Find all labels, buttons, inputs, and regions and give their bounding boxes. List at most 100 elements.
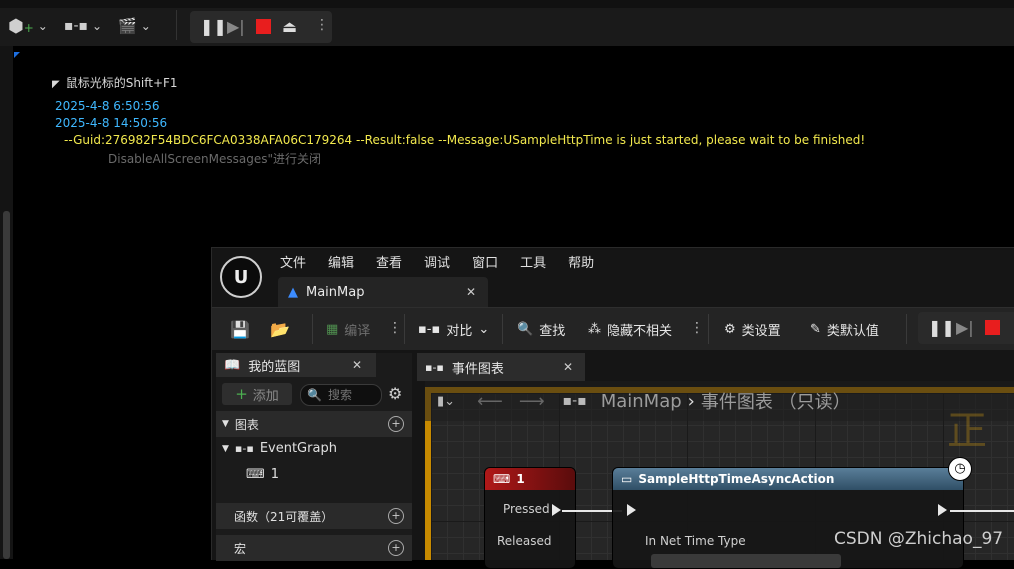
add-graph-icon[interactable]: + xyxy=(388,416,404,432)
add-function-icon[interactable]: + xyxy=(388,508,404,524)
cinematics-button[interactable]: 🎬 ⌄ xyxy=(118,12,151,40)
class-defaults-icon: ✎ xyxy=(810,321,821,337)
graph-breadcrumb-bar: ▮⌄ ⟵ ⟶ ▪‑▪ MainMap › 事件图表 （只读） xyxy=(425,381,1014,421)
compile-label: 编译 xyxy=(344,323,371,339)
graph-icon: ▪‑▪ xyxy=(562,393,587,409)
add-actor-button[interactable]: ⬢+ ⌄ xyxy=(8,12,48,40)
chevron-down-icon: ▼ xyxy=(222,419,229,429)
event-graph-tab-label: 事件图表 xyxy=(451,361,504,377)
left-scrollbar[interactable] xyxy=(0,46,13,559)
exec-wire-out xyxy=(950,510,1014,512)
menu-window[interactable]: 窗口 xyxy=(472,252,498,271)
back-arrow-icon[interactable]: ⟵ xyxy=(477,391,503,412)
class-defaults-button[interactable]: ✎ 类默认值 xyxy=(810,308,879,350)
chevron-down-icon: ⌄ xyxy=(478,321,490,337)
level-blueprint-icon: ▲ xyxy=(288,284,298,300)
find-button[interactable]: 🔍 查找 xyxy=(517,308,565,350)
more-options-icon[interactable]: ⋮ xyxy=(690,320,704,336)
close-icon[interactable]: ✕ xyxy=(466,285,476,299)
breadcrumb-root[interactable]: MainMap xyxy=(601,391,682,412)
menu-file[interactable]: 文件 xyxy=(280,252,306,271)
clock-icon: ◷ xyxy=(948,457,972,481)
exec-pin-pressed[interactable] xyxy=(552,504,561,516)
stop-icon[interactable] xyxy=(985,320,1000,335)
net-time-type-dropdown[interactable] xyxy=(651,554,841,568)
menu-view[interactable]: 查看 xyxy=(376,252,402,271)
hide-unrelated-button[interactable]: ⁂ 隐藏不相关 xyxy=(588,308,672,350)
class-settings-label: 类设置 xyxy=(741,323,781,339)
class-settings-button[interactable]: ⚙ 类设置 xyxy=(724,308,781,350)
keyboard-icon: ⌨ xyxy=(493,472,511,486)
menu-debug[interactable]: 调试 xyxy=(424,252,450,271)
close-icon[interactable]: ✕ xyxy=(352,358,362,372)
close-icon[interactable]: ✕ xyxy=(563,360,573,374)
chevron-down-icon: ⌄ xyxy=(92,19,103,33)
book-icon: 📖 xyxy=(224,357,241,373)
event-graph-label: EventGraph xyxy=(259,441,337,456)
eject-icon[interactable]: ⏏ xyxy=(282,17,297,36)
save-button[interactable]: 💾 xyxy=(230,308,250,350)
my-blueprint-panel: 📖 我的蓝图 ✕ + 添加 🔍 ⚙ ▼ 图表 + ▼ ▪‑▪ EventGrap… xyxy=(216,353,412,561)
menu-help[interactable]: 帮助 xyxy=(568,252,594,271)
diff-button[interactable]: ▪‑▪ 对比 ⌄ xyxy=(418,308,489,350)
event-graph-item[interactable]: ▼ ▪‑▪ EventGraph xyxy=(222,441,337,456)
search-input[interactable] xyxy=(325,387,380,403)
add-macro-icon[interactable]: + xyxy=(388,540,404,556)
blueprint-editor-window: U 文件 编辑 查看 调试 窗口 工具 帮助 ▲ MainMap ✕ 💾 📂 ▦… xyxy=(211,247,1014,569)
pause-icon[interactable]: ❚❚ xyxy=(200,17,227,36)
graph-mode-watermark: 正 xyxy=(947,408,987,454)
add-button[interactable]: + 添加 xyxy=(222,383,292,405)
viewport-corner-marker xyxy=(14,52,20,58)
exec-pin-released[interactable] xyxy=(552,536,561,548)
key-event-node[interactable]: ⌨ 1 Pressed Released xyxy=(484,467,576,569)
macros-category[interactable]: 宏 + xyxy=(216,535,412,561)
key-event-item[interactable]: ⌨ 1 xyxy=(246,467,279,482)
unreal-logo-icon: U xyxy=(220,256,262,298)
blueprint-menu-button[interactable]: ▪‑▪ ⌄ xyxy=(64,12,102,40)
chevron-down-icon: ⌄ xyxy=(140,19,151,33)
compile-options-icon[interactable]: ⋮ xyxy=(388,320,402,336)
toolbar-divider xyxy=(502,314,503,344)
hint-text: 鼠标光标的Shift+F1 xyxy=(65,76,178,90)
more-icon[interactable]: ⋮ xyxy=(315,17,329,33)
hint-line: ◤ 鼠标光标的Shift+F1 xyxy=(52,74,178,91)
editor-play-controls: ❚❚ ▶︎| xyxy=(918,312,1014,344)
browse-folder-icon: 📂 xyxy=(270,319,290,339)
step-icon[interactable]: ▶︎| xyxy=(227,17,245,36)
async-action-node[interactable]: ▭ SampleHttpTimeAsyncAction In Net Time … xyxy=(612,467,964,569)
doc-tab-label: MainMap xyxy=(306,284,365,300)
log-message: --Guid:276982F54BDC6FCA0338AFA06C179264 … xyxy=(64,133,866,147)
compile-button[interactable]: ▦ 编译 xyxy=(326,308,370,350)
forward-arrow-icon[interactable]: ⟶ xyxy=(519,391,545,412)
gear-icon: ⚙ xyxy=(724,321,736,337)
main-toolbar: ⬢+ ⌄ ▪‑▪ ⌄ 🎬 ⌄ ❚❚ ▶︎| ⏏ ⋮ xyxy=(0,0,1014,46)
functions-category[interactable]: 函数（21可覆盖） + xyxy=(216,503,412,529)
menu-edit[interactable]: 编辑 xyxy=(328,252,354,271)
cube-add-icon: ⬢+ xyxy=(8,15,34,37)
browse-button[interactable]: 📂 xyxy=(270,308,290,350)
stop-icon[interactable] xyxy=(256,19,271,34)
scrollbar-thumb[interactable] xyxy=(3,211,10,559)
csdn-watermark: CSDN @Zhichao_97 xyxy=(834,529,1004,549)
graph-icon: ▪‑▪ xyxy=(425,360,444,374)
breadcrumb-separator-icon: › xyxy=(687,390,695,412)
menu-tools[interactable]: 工具 xyxy=(520,252,546,271)
my-blueprint-tab[interactable]: 📖 我的蓝图 ✕ xyxy=(216,353,376,377)
find-label: 查找 xyxy=(539,323,566,339)
event-graph-tab[interactable]: ▪‑▪ 事件图表 ✕ xyxy=(417,353,585,381)
gear-icon[interactable]: ⚙ xyxy=(388,384,402,403)
graphs-category[interactable]: ▼ 图表 + xyxy=(216,411,412,437)
pause-icon[interactable]: ❚❚ xyxy=(928,318,955,337)
find-icon: 🔍 xyxy=(517,321,534,337)
exec-pin-out[interactable] xyxy=(938,504,947,516)
node-title: 1 xyxy=(516,472,525,486)
pin-released-label: Released xyxy=(497,534,552,548)
bookmark-icon[interactable]: ▮⌄ xyxy=(437,394,455,409)
compile-icon: ▦ xyxy=(326,321,339,337)
doc-tab-mainmap[interactable]: ▲ MainMap ✕ xyxy=(278,277,488,307)
exec-pin-in[interactable] xyxy=(627,504,636,516)
hide-unrelated-label: 隐藏不相关 xyxy=(607,323,673,339)
add-label: 添加 xyxy=(252,388,279,404)
step-icon[interactable]: ▶︎| xyxy=(956,318,974,337)
node-header: ⌨ 1 xyxy=(485,468,575,490)
